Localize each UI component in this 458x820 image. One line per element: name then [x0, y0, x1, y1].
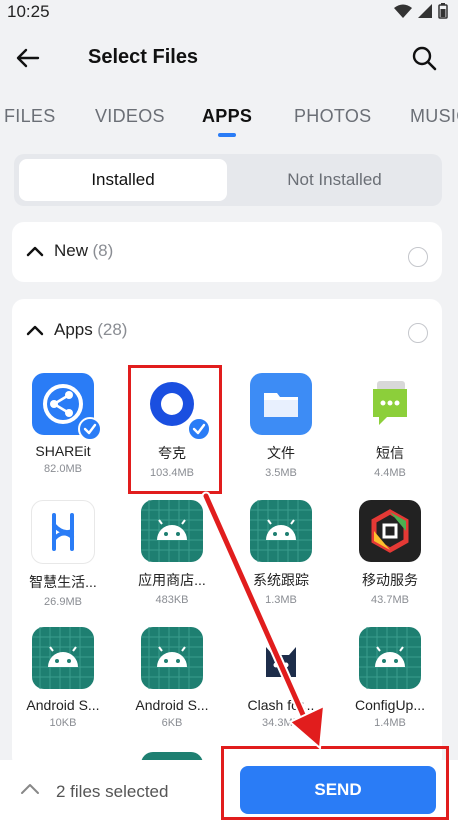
arrow-annotation	[201, 491, 326, 751]
